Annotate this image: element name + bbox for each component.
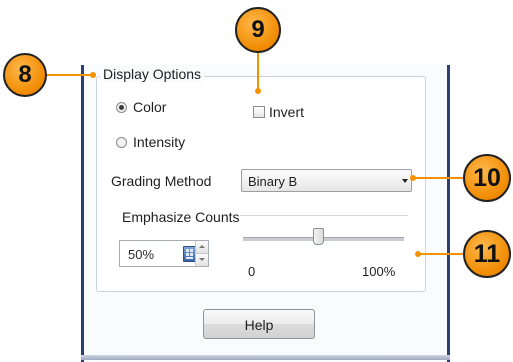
callout-8: 8: [3, 53, 47, 97]
color-radio[interactable]: Color: [116, 99, 166, 115]
emphasize-counts-divider: [240, 215, 408, 216]
callout-10-anchor: [410, 175, 416, 181]
window-border-bottom: [81, 355, 450, 360]
invert-label: Invert: [269, 104, 305, 120]
quantity-stepper[interactable]: [195, 241, 208, 266]
callout-8-anchor: [90, 72, 96, 78]
callout-9: 9: [235, 7, 281, 53]
stepper-up-button[interactable]: [196, 241, 208, 254]
grading-method-value: Binary B: [248, 174, 298, 189]
invert-checkbox[interactable]: Invert: [253, 104, 304, 120]
callout-10: 10: [463, 154, 511, 202]
slider-min-label: 0: [248, 264, 256, 279]
callout-11-anchor: [415, 251, 421, 257]
callout-11: 11: [463, 230, 511, 278]
display-options-title: Display Options: [100, 66, 205, 82]
checkbox-icon: [253, 106, 265, 118]
callout-9-leader: [257, 53, 259, 91]
intensity-radio[interactable]: Intensity: [116, 134, 185, 150]
emphasize-counts-value: 50%: [128, 247, 155, 262]
callout-9-anchor: [255, 88, 261, 94]
radio-unselected-icon: [116, 136, 127, 148]
slider-max-label: 100%: [362, 264, 396, 279]
stepper-down-button[interactable]: [196, 254, 208, 266]
window-border-left: [81, 65, 84, 362]
help-button[interactable]: Help: [203, 309, 315, 339]
emphasize-counts-label: Emphasize Counts: [122, 209, 240, 225]
callout-10-leader: [413, 177, 463, 179]
intensity-radio-label: Intensity: [133, 134, 186, 150]
window-border-right: [447, 65, 450, 362]
callout-11-leader: [418, 253, 463, 255]
chevron-down-icon: [402, 179, 408, 183]
callout-8-leader: [47, 74, 92, 76]
emphasize-counts-input[interactable]: 50%: [119, 240, 209, 267]
radio-selected-icon: [116, 101, 127, 113]
grading-method-dropdown[interactable]: Binary B: [241, 169, 412, 192]
emphasize-counts-slider-thumb[interactable]: [313, 228, 324, 245]
color-radio-label: Color: [133, 99, 167, 115]
grading-method-label: Grading Method: [111, 173, 212, 189]
